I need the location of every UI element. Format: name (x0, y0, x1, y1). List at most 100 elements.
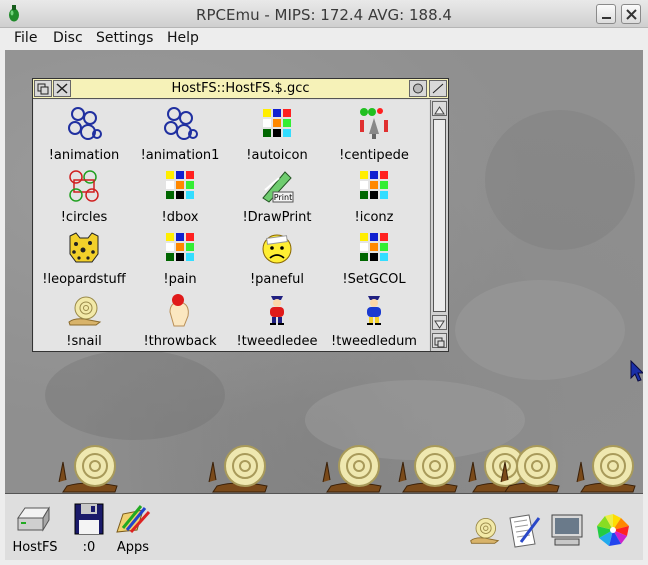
file-label: !circles (60, 210, 108, 225)
iconbar-label: :0 (82, 540, 96, 555)
filer-titlebar[interactable]: HostFS::HostFS.$.gcc (33, 79, 448, 99)
file-label: !animation1 (140, 148, 220, 163)
minimize-icon (602, 17, 611, 19)
circles-blue-icon (68, 107, 102, 140)
back-button[interactable] (34, 80, 52, 97)
scroll-down-button[interactable] (432, 315, 447, 330)
file-label: !tweedledum (331, 334, 417, 349)
file-item-throwback[interactable]: !throwback (130, 290, 230, 352)
window-title: RPCEmu - MIPS: 172.4 AVG: 188.4 (196, 6, 452, 24)
minimize-button[interactable] (596, 4, 616, 24)
menu-file[interactable]: File (14, 30, 37, 46)
task-manager-icon (597, 514, 629, 546)
circles-blue-icon (164, 107, 198, 140)
file-item-leopardstuff[interactable]: !leopardstuff (34, 228, 134, 290)
file-label: !centipede (339, 148, 409, 163)
file-item-tweedledum[interactable]: !tweedledum (324, 290, 424, 352)
file-item-setgcol[interactable]: !SetGCOL (324, 228, 424, 290)
scroll-down-icon (434, 320, 445, 329)
file-item-dbox[interactable]: !dbox (130, 166, 230, 228)
menu-disc[interactable]: Disc (53, 30, 83, 46)
file-label: !snail (66, 334, 102, 349)
iconbar-label: HostFS (12, 540, 58, 555)
throwback-icon (169, 294, 189, 327)
sad-face-icon (262, 234, 292, 264)
leopard-icon (69, 232, 99, 263)
iconbar-hostfs[interactable]: HostFS (12, 502, 58, 555)
iconbar-display[interactable] (549, 512, 585, 552)
iconbar-floppy[interactable]: :0 (73, 502, 105, 555)
file-item-animation1[interactable]: !animation1 (130, 104, 230, 166)
iconise-button[interactable] (429, 80, 447, 97)
file-label: !tweedledee (236, 334, 318, 349)
menubar: File Disc Settings Help (0, 28, 648, 50)
close-icon (56, 83, 68, 94)
display-icon (551, 514, 583, 546)
drawprint-icon: Print (262, 171, 294, 203)
file-label: !DrawPrint (242, 210, 312, 225)
color-grid-icon (166, 171, 194, 199)
scroll-up-button[interactable] (432, 101, 447, 116)
file-label: !throwback (143, 334, 217, 349)
color-grid-icon (360, 233, 388, 261)
iconbar-label: Apps (116, 540, 150, 555)
floppy-disk-icon (74, 503, 104, 535)
mouse-pointer-icon (630, 360, 643, 382)
centipede-icon (360, 108, 388, 139)
file-item-snail[interactable]: !snail (34, 290, 134, 352)
filer-window: HostFS::HostFS.$.gcc !animation !animati… (32, 78, 449, 352)
resize-icon (434, 337, 445, 348)
close-button[interactable] (621, 4, 641, 24)
file-item-circles[interactable]: !circles (34, 166, 134, 228)
file-item-autoicon[interactable]: !autoicon (227, 104, 327, 166)
snail-sprite (322, 445, 382, 493)
file-label: !SetGCOL (342, 272, 406, 287)
toggle-size-icon (413, 83, 423, 94)
snail-sprite (58, 445, 118, 493)
iconbar-apps[interactable]: Apps (115, 502, 151, 555)
file-item-iconz[interactable]: !iconz (324, 166, 424, 228)
snail-sprite (500, 445, 560, 493)
iconise-icon (432, 83, 444, 94)
desktop-backdrop[interactable]: HostFS::HostFS.$.gcc !animation !animati… (5, 50, 643, 493)
resize-button[interactable] (432, 333, 447, 348)
file-item-animation[interactable]: !animation (34, 104, 134, 166)
apps-icon (116, 505, 151, 534)
file-item-paneful[interactable]: !paneful (227, 228, 327, 290)
filer-close-button[interactable] (53, 80, 71, 97)
drawprint-badge: Print (274, 193, 292, 202)
snail-sprite (208, 445, 268, 493)
scroll-thumb[interactable] (433, 119, 446, 312)
hard-drive-icon (17, 506, 50, 532)
snail-sprite (576, 445, 636, 493)
file-label: !dbox (161, 210, 199, 225)
tweedle-icon (367, 296, 381, 325)
snail-icon (470, 518, 500, 544)
color-grid-icon (263, 109, 291, 137)
iconbar-snail[interactable] (467, 514, 501, 550)
file-item-pain[interactable]: !pain (130, 228, 230, 290)
file-label: !autoicon (246, 148, 308, 163)
color-grid-icon (360, 171, 388, 199)
vertical-scrollbar[interactable] (430, 100, 448, 351)
window-titlebar: RPCEmu - MIPS: 172.4 AVG: 188.4 (0, 0, 648, 28)
iconbar-edit[interactable] (507, 512, 541, 552)
file-item-drawprint[interactable]: Print !DrawPrint (227, 166, 327, 228)
file-label: !paneful (249, 272, 305, 287)
snail-sprite (398, 445, 458, 493)
toggle-size-button[interactable] (409, 80, 427, 97)
circles-color-icon (69, 170, 99, 202)
menu-settings[interactable]: Settings (96, 30, 153, 46)
color-grid-icon (166, 233, 194, 261)
filer-title: HostFS::HostFS.$.gcc (171, 81, 310, 96)
back-icon (37, 83, 49, 95)
close-icon (626, 9, 637, 20)
scroll-up-icon (434, 106, 445, 115)
filer-content: !animation !animation1 !autoicon !centip… (34, 100, 429, 351)
file-item-tweedledee[interactable]: !tweedledee (227, 290, 327, 352)
iconbar-task-manager[interactable] (595, 512, 631, 552)
menu-help[interactable]: Help (167, 30, 199, 46)
file-label: !pain (163, 272, 197, 287)
file-item-centipede[interactable]: !centipede (324, 104, 424, 166)
file-label: !leopardstuff (42, 272, 126, 287)
